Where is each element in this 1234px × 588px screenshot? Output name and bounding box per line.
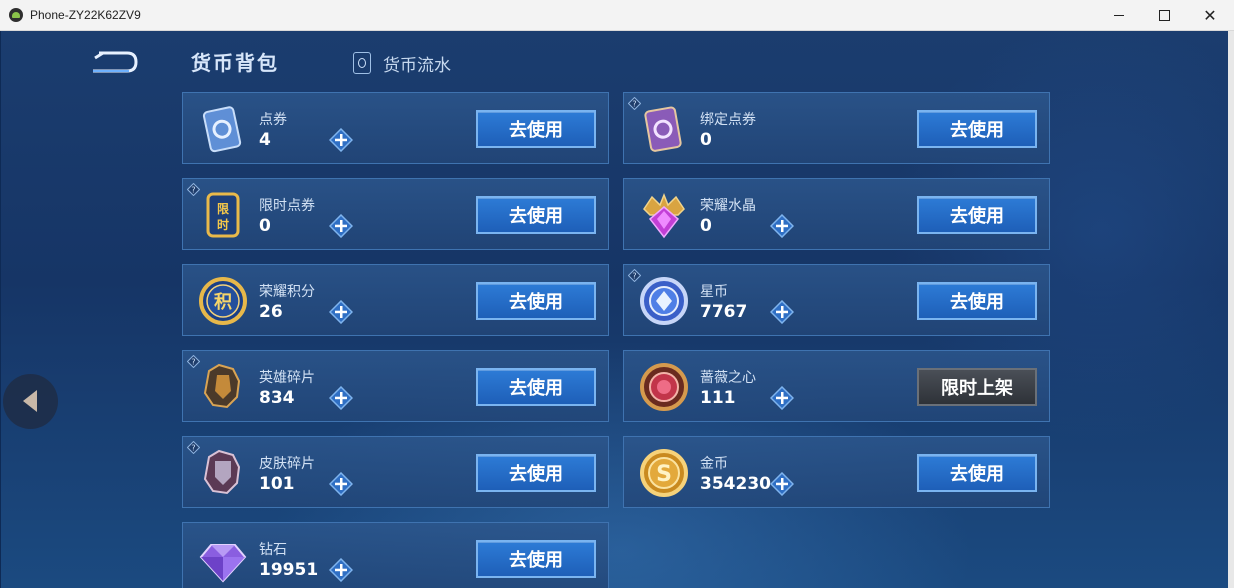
glory-crystal-icon bbox=[638, 189, 690, 241]
back-arrow-icon[interactable] bbox=[89, 49, 139, 75]
currency-card: ? 皮肤碎片 101 去使用 bbox=[182, 436, 609, 508]
bound-coupon-icon bbox=[638, 103, 690, 155]
use-button[interactable]: 去使用 bbox=[917, 282, 1037, 320]
side-collapse-button[interactable] bbox=[3, 374, 58, 429]
currency-name: 绑定点券 bbox=[700, 112, 756, 128]
add-currency-button[interactable] bbox=[328, 471, 354, 497]
use-button[interactable]: 去使用 bbox=[917, 196, 1037, 234]
add-currency-button[interactable] bbox=[769, 299, 795, 325]
minimize-icon bbox=[1114, 15, 1124, 16]
currency-amount: 19951 bbox=[259, 560, 319, 580]
currency-card: 荣耀水晶 0 去使用 bbox=[623, 178, 1050, 250]
window-title: Phone-ZY22K62ZV9 bbox=[30, 8, 141, 22]
use-button[interactable]: 去使用 bbox=[476, 368, 596, 406]
page-title: 货币背包 bbox=[191, 51, 279, 75]
game-viewport: 货币背包 货币流水 点券 4 去使用? 绑定点券 0 去使用? 限时限时点券 0 去使用 荣耀水晶… bbox=[1, 31, 1228, 588]
currency-name: 荣耀积分 bbox=[259, 284, 315, 300]
use-button[interactable]: 去使用 bbox=[917, 110, 1037, 148]
rose-heart-icon bbox=[638, 361, 690, 413]
currency-name: 星币 bbox=[700, 284, 728, 300]
currency-name: 皮肤碎片 bbox=[259, 456, 315, 472]
gold-coin-icon: S bbox=[638, 447, 690, 499]
star-coin-icon bbox=[638, 275, 690, 327]
svg-text:S: S bbox=[656, 462, 672, 487]
currency-card: S 金币 354230 去使用 bbox=[623, 436, 1050, 508]
currency-name: 蔷薇之心 bbox=[700, 370, 756, 386]
close-icon: ✕ bbox=[1203, 5, 1217, 25]
currency-card: ? 星币 7767 去使用 bbox=[623, 264, 1050, 336]
currency-name: 英雄碎片 bbox=[259, 370, 315, 386]
currency-amount: 0 bbox=[259, 216, 271, 236]
svg-text:积: 积 bbox=[214, 292, 232, 313]
currency-card: 钻石 19951 去使用 bbox=[182, 522, 609, 588]
coupon-icon bbox=[197, 103, 249, 155]
currency-amount: 101 bbox=[259, 474, 295, 494]
currency-card: 点券 4 去使用 bbox=[182, 92, 609, 164]
currency-card: 积 荣耀积分 26 去使用 bbox=[182, 264, 609, 336]
currency-card: 蔷薇之心 111 限时上架 bbox=[623, 350, 1050, 422]
android-app-icon bbox=[9, 8, 23, 22]
diamond-icon bbox=[197, 533, 249, 585]
svg-text:?: ? bbox=[191, 444, 195, 453]
add-currency-button[interactable] bbox=[769, 213, 795, 239]
currency-amount: 354230 bbox=[700, 474, 771, 494]
currency-name: 点券 bbox=[259, 112, 287, 128]
currency-amount: 0 bbox=[700, 216, 712, 236]
currency-name: 限时点券 bbox=[259, 198, 315, 214]
currency-amount: 7767 bbox=[700, 302, 748, 322]
use-button[interactable]: 去使用 bbox=[476, 110, 596, 148]
add-currency-button[interactable] bbox=[328, 385, 354, 411]
glory-points-icon: 积 bbox=[197, 275, 249, 327]
tab-currency-flow[interactable]: 货币流水 bbox=[353, 51, 451, 76]
currency-amount: 834 bbox=[259, 388, 295, 408]
add-currency-button[interactable] bbox=[328, 213, 354, 239]
limited-coupon-icon: 限时 bbox=[197, 189, 249, 241]
svg-text:限: 限 bbox=[217, 201, 229, 216]
skin-fragment-icon bbox=[197, 447, 249, 499]
maximize-button[interactable] bbox=[1141, 0, 1187, 31]
window-edge bbox=[1228, 31, 1234, 588]
currency-name: 钻石 bbox=[259, 542, 287, 558]
use-button[interactable]: 去使用 bbox=[476, 454, 596, 492]
use-button[interactable]: 去使用 bbox=[917, 454, 1037, 492]
currency-name: 荣耀水晶 bbox=[700, 198, 756, 214]
currency-card: ? 绑定点券 0 去使用 bbox=[623, 92, 1050, 164]
currency-amount: 4 bbox=[259, 130, 271, 150]
add-currency-button[interactable] bbox=[328, 557, 354, 583]
svg-text:时: 时 bbox=[217, 217, 229, 232]
add-currency-button[interactable] bbox=[769, 385, 795, 411]
window-titlebar: Phone-ZY22K62ZV9 ✕ bbox=[0, 0, 1234, 31]
use-button[interactable]: 去使用 bbox=[476, 540, 596, 578]
minimize-button[interactable] bbox=[1096, 0, 1142, 31]
maximize-icon bbox=[1158, 10, 1170, 21]
currency-amount: 26 bbox=[259, 302, 283, 322]
svg-text:?: ? bbox=[191, 358, 195, 367]
hero-fragment-icon bbox=[197, 361, 249, 413]
ledger-icon bbox=[353, 52, 371, 74]
currency-card: ? 限时限时点券 0 去使用 bbox=[182, 178, 609, 250]
svg-text:?: ? bbox=[632, 272, 636, 281]
add-currency-button[interactable] bbox=[769, 471, 795, 497]
currency-name: 金币 bbox=[700, 456, 728, 472]
add-currency-button[interactable] bbox=[328, 299, 354, 325]
currency-amount: 0 bbox=[700, 130, 712, 150]
use-button[interactable]: 去使用 bbox=[476, 196, 596, 234]
add-currency-button[interactable] bbox=[328, 127, 354, 153]
limited-listing-button[interactable]: 限时上架 bbox=[917, 368, 1037, 406]
close-button[interactable]: ✕ bbox=[1187, 0, 1233, 31]
svg-text:?: ? bbox=[191, 186, 195, 195]
use-button[interactable]: 去使用 bbox=[476, 282, 596, 320]
svg-text:?: ? bbox=[632, 100, 636, 109]
tab-currency-flow-label: 货币流水 bbox=[383, 55, 451, 76]
currency-card: ? 英雄碎片 834 去使用 bbox=[182, 350, 609, 422]
currency-amount: 111 bbox=[700, 388, 736, 408]
